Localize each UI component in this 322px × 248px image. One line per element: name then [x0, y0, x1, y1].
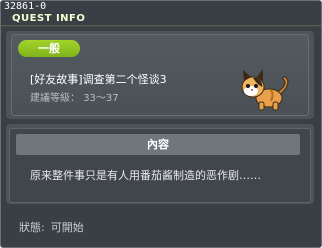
title-bar[interactable]: QUEST INFO [1, 12, 321, 25]
quest-name: [好友故事]调查第二个怪谈3 [30, 73, 167, 86]
content-header: 內容 [16, 134, 300, 155]
quest-status: 狀態: 可開始 [19, 219, 84, 235]
quest-id: 32861-0 [4, 1, 47, 12]
quest-category-badge: 一般 [18, 40, 80, 57]
cat-monster-icon [241, 69, 289, 111]
content-description: 原来整件事只是有人用番茄酱制造的恶作剧…… [30, 169, 261, 182]
level-range: 33～37 [83, 93, 119, 104]
status-value: 可開始 [50, 221, 84, 234]
title-divider [1, 25, 321, 27]
window-title: QUEST INFO [12, 13, 86, 24]
level-label: 建議等級 [30, 93, 70, 104]
quest-recommended-level: 建議等級： 33～37 [30, 89, 119, 104]
level-separator: ： [70, 93, 80, 104]
status-label: 狀態: [19, 221, 45, 234]
